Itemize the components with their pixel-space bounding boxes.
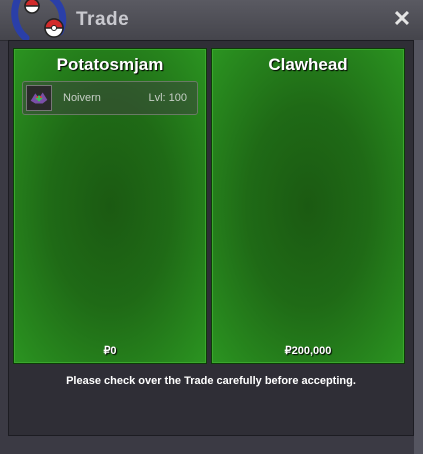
left-player-name: Potatosmjam [56, 55, 164, 74]
window-title: Trade [76, 9, 130, 30]
window-edge [414, 40, 423, 454]
pokemon-level: Lvl: 100 [148, 92, 187, 104]
left-trade-panel: Potatosmjam Noivern Lvl: 100 ₽0 [13, 48, 207, 364]
right-money-offer: ₽200,000 [284, 345, 332, 357]
trade-content: Potatosmjam Noivern Lvl: 100 ₽0 Clawhead… [8, 40, 414, 436]
pokemon-name: Noivern [63, 92, 101, 104]
left-money-offer: ₽0 [103, 345, 117, 357]
pokemon-slot[interactable]: Noivern Lvl: 100 [22, 81, 198, 115]
title-bar[interactable]: Trade ✕ [0, 0, 423, 42]
right-trade-panel: Clawhead ₽200,000 [211, 48, 405, 364]
trade-window: Trade ✕ Potatosmjam Noivern Lvl: 100 ₽0 … [0, 0, 423, 454]
close-icon[interactable]: ✕ [391, 8, 413, 30]
trade-notice: Please check over the Trade carefully be… [66, 375, 356, 387]
right-player-name: Clawhead [268, 55, 348, 74]
noivern-icon [26, 85, 52, 111]
